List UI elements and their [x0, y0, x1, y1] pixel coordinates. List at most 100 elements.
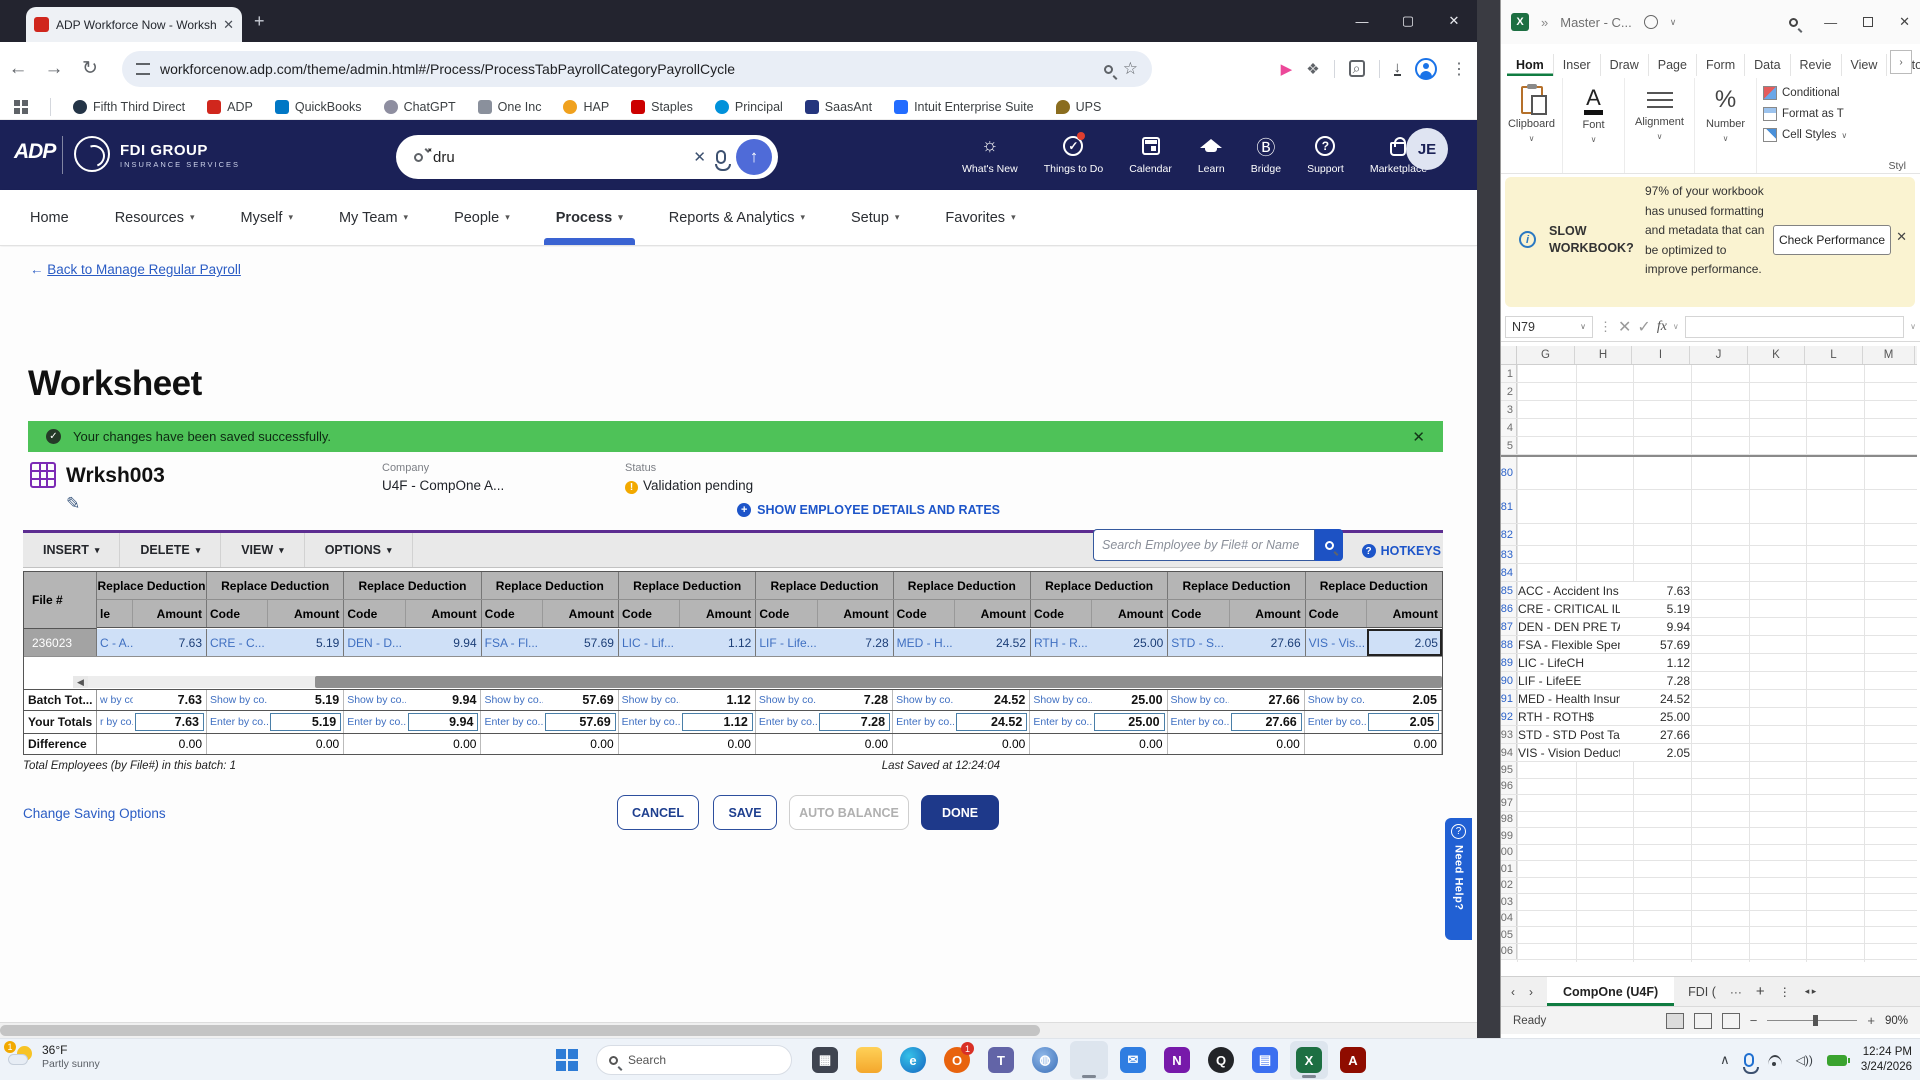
page-layout-view-icon[interactable] [1694, 1013, 1712, 1029]
enter-by-code-link[interactable]: Enter by co... [619, 711, 680, 733]
edge-icon[interactable]: e [894, 1041, 932, 1079]
banner-close-icon[interactable]: ✕ [1896, 229, 1907, 245]
your-total-input[interactable]: 9.94 [408, 713, 479, 731]
deduction-amount[interactable]: 25.00 [1092, 629, 1167, 656]
nav-item[interactable]: My Team ▾ [339, 190, 408, 245]
support-button[interactable]: ? Support [1307, 134, 1344, 175]
format-as-table-button[interactable]: Format as T [1763, 107, 1857, 121]
deduction-amount[interactable]: 5.19 [268, 629, 343, 656]
bookmark-item[interactable]: QuickBooks [275, 100, 362, 114]
deduction-code[interactable]: LIF - Life... [756, 629, 817, 656]
grid-row[interactable]: 83 [1501, 546, 1917, 564]
scroll-left-icon[interactable]: ◀ [73, 676, 88, 688]
cell-deduction-amount[interactable]: 1.12 [1620, 654, 1690, 671]
deduction-code[interactable]: FSA - Fl... [482, 629, 543, 656]
delete-menu-button[interactable]: DELETE▾ [120, 533, 221, 567]
remote-desktop-icon[interactable]: ▤ [1246, 1041, 1284, 1079]
grid-row[interactable]: 2 [1501, 383, 1917, 401]
zoom-level[interactable]: 90% [1885, 1015, 1908, 1027]
nav-item[interactable]: Reports & Analytics ▾ [669, 190, 805, 245]
bookmark-star-icon[interactable]: ☆ [1123, 59, 1138, 79]
row-number[interactable]: 88 [1501, 636, 1517, 653]
zoom-in-icon[interactable]: + [1867, 1013, 1875, 1028]
clipboard-group[interactable]: Clipboard ∨ [1501, 78, 1563, 173]
cell-deduction-amount[interactable]: 7.28 [1620, 672, 1690, 689]
browser-tab[interactable]: ADP Workforce Now - Workshe ✕ [26, 7, 242, 42]
nav-item[interactable]: Home [30, 190, 69, 245]
cell-deduction-amount[interactable]: 5.19 [1620, 600, 1690, 617]
auto-balance-button[interactable]: AUTO BALANCE [789, 795, 909, 830]
enter-by-code-link[interactable]: r by co... [97, 711, 133, 733]
options-menu-button[interactable]: OPTIONS▾ [305, 533, 413, 567]
grid-row[interactable]: 90 LIF - LifeEE 7.28 [1501, 672, 1917, 690]
row-number[interactable]: 85 [1501, 582, 1517, 599]
your-total-input[interactable]: 25.00 [1094, 713, 1165, 731]
excel-search-icon[interactable] [1789, 18, 1798, 27]
show-by-code-link[interactable]: Show by co... [481, 690, 542, 710]
window-maximize-button[interactable]: ▢ [1385, 0, 1431, 42]
file-number-cell[interactable]: 236023 [24, 629, 97, 656]
grid-row[interactable]: 5 [1501, 437, 1917, 455]
deduction-amount[interactable]: 57.69 [543, 629, 618, 656]
chevron-down-icon[interactable]: ∨ [1670, 17, 1677, 28]
sheet-ellipsis[interactable]: ··· [1730, 985, 1742, 999]
grid-row[interactable]: 86 CRE - CRITICAL ILL EE 5.19 [1501, 600, 1917, 618]
row-number[interactable]: 89 [1501, 654, 1517, 671]
scrollbar-thumb[interactable] [0, 1025, 1040, 1036]
show-by-code-link[interactable]: Show by co... [1305, 690, 1366, 710]
column-header[interactable]: I [1632, 346, 1690, 364]
calendar-button[interactable]: Calendar [1129, 134, 1172, 175]
your-total-input[interactable]: 2.05 [1368, 713, 1439, 731]
edit-pencil-icon[interactable]: ✎ [66, 494, 80, 514]
sheet-menu-kebab-icon[interactable]: ⋮ [1779, 985, 1791, 999]
deduction-cell[interactable]: STD - S... 27.66 [1168, 629, 1305, 656]
insert-menu-button[interactable]: INSERT▾ [23, 533, 120, 567]
nav-item[interactable]: Resources ▾ [115, 190, 195, 245]
adp-logo[interactable]: ADP [14, 140, 55, 164]
pink-extension-icon[interactable]: ▶ [1281, 60, 1293, 78]
reload-icon[interactable]: ↻ [72, 57, 108, 80]
deduction-cell[interactable]: CRE - C... 5.19 [207, 629, 344, 656]
window-close-button[interactable]: ✕ [1431, 0, 1477, 42]
taskbar-search[interactable]: Search [596, 1045, 792, 1075]
check-performance-button[interactable]: Check Performance [1773, 225, 1891, 255]
quickbooks-icon[interactable]: Q [1202, 1041, 1240, 1079]
deduction-cell[interactable]: LIF - Life... 7.28 [756, 629, 893, 656]
show-by-code-link[interactable]: Show by co... [756, 690, 817, 710]
deduction-code[interactable]: VIS - Vis... [1306, 629, 1367, 656]
clear-search-icon[interactable]: ✕ [693, 148, 706, 166]
your-total-input[interactable]: 24.52 [956, 713, 1027, 731]
zoom-out-icon[interactable]: − [1750, 1013, 1758, 1028]
url-text[interactable]: workforcenow.adp.com/theme/admin.html#/P… [160, 61, 1094, 77]
ribbon-tab[interactable]: Hom [1507, 54, 1554, 76]
font-group[interactable]: A Font ∨ [1563, 78, 1625, 173]
hotkeys-link[interactable]: ?HOTKEYS [1362, 544, 1441, 558]
deduction-code[interactable]: DEN - D... [344, 629, 405, 656]
show-by-code-link[interactable]: Show by co... [893, 690, 954, 710]
nav-item[interactable]: Myself ▾ [241, 190, 293, 245]
weather-widget[interactable]: 1 36°F Partly sunny [8, 1043, 100, 1071]
deduction-cell[interactable]: DEN - D... 9.94 [344, 629, 481, 656]
your-total-input[interactable]: 7.28 [819, 713, 890, 731]
menu-kebab-icon[interactable]: ⋮ [1451, 59, 1467, 79]
downloads-icon[interactable]: ↓ [1394, 61, 1402, 76]
global-search-input[interactable]: dru [433, 149, 683, 166]
cell-deduction-code[interactable]: ACC - Accident Ins [1518, 582, 1625, 599]
cell-deduction-amount[interactable]: 27.66 [1620, 726, 1690, 743]
ribbon-tab[interactable]: Inser [1554, 54, 1601, 76]
banner-close-icon[interactable]: ✕ [1412, 428, 1425, 446]
row-number[interactable]: 91 [1501, 690, 1517, 707]
grid-row[interactable]: 87 DEN - DEN PRE TAX 9.94 [1501, 618, 1917, 636]
voice-search-icon[interactable] [716, 150, 726, 164]
deduction-cell[interactable]: MED - H... 24.52 [894, 629, 1031, 656]
show-by-code-link[interactable]: Show by co... [1168, 690, 1229, 710]
things-to-do-button[interactable]: ✓ Things to Do [1044, 134, 1104, 175]
deduction-amount[interactable]: 1.12 [680, 629, 755, 656]
bookmark-item[interactable]: UPS [1056, 100, 1102, 114]
bookmark-item[interactable]: Staples [631, 100, 693, 114]
show-by-code-link[interactable]: w by co... [97, 690, 133, 710]
grid-row[interactable]: 4 [1501, 419, 1917, 437]
deduction-cell[interactable]: FSA - Fl... 57.69 [482, 629, 619, 656]
extensions-puzzle-icon[interactable]: ❖ [1306, 60, 1319, 78]
grid-row[interactable]: 89 LIC - LifeCH 1.12 [1501, 654, 1917, 672]
